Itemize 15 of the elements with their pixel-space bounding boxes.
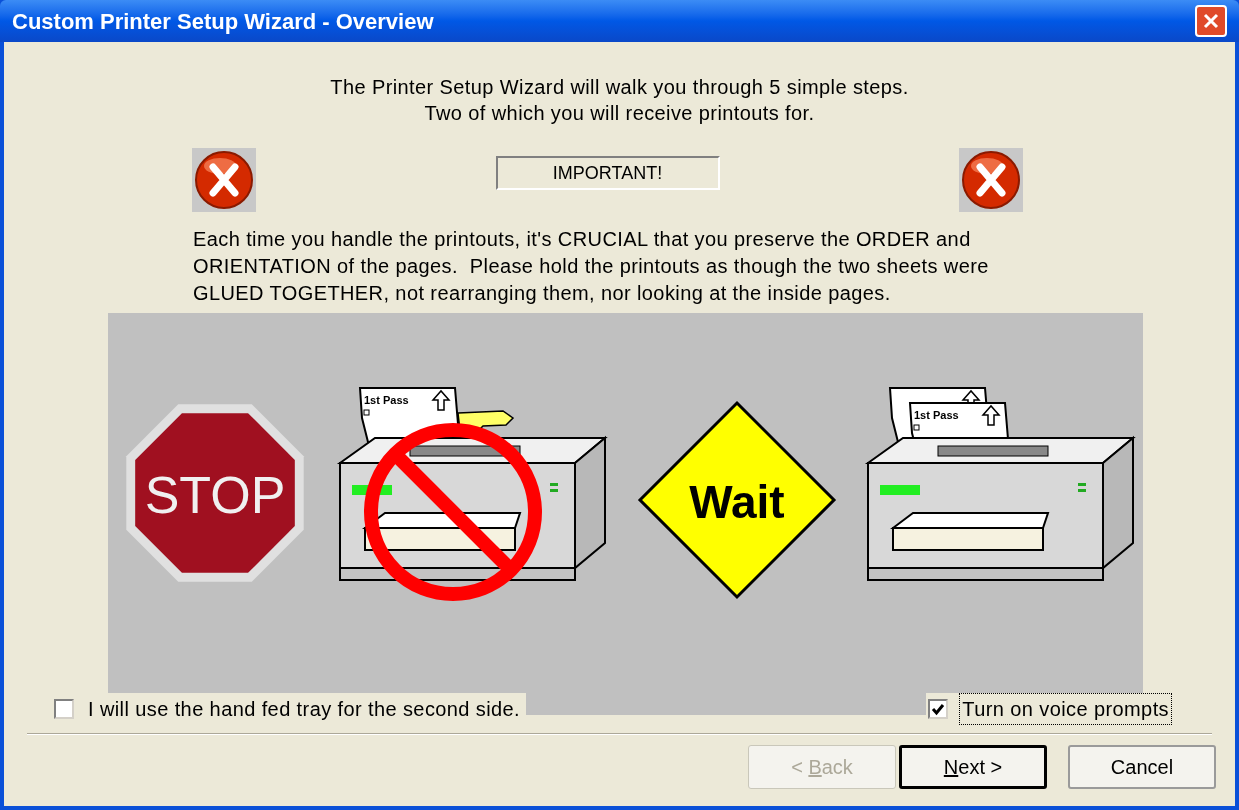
close-icon [1203, 13, 1219, 29]
wizard-button[interactable]: Next > [899, 745, 1047, 789]
wait-sign: Wait [637, 400, 837, 600]
error-icon [192, 148, 256, 212]
intro-text: Two of which you will receive printouts for. [424, 101, 815, 126]
warning-text: Each time you handle the printouts, it's CRUCIAL that you preserve the ORDER and ORIENTATION of the pages. Please hold the printouts as though the two sheets were GLUED TOGETHER, not rearranging them, nor looking at the inside pages. [193, 227, 989, 306]
intro-text: The Printer Setup Wizard will walk you through 5 simple steps. [330, 75, 909, 100]
option-checkbox[interactable]: Turn on voice prompts [926, 693, 1175, 725]
important-label: IMPORTANT! [495, 156, 720, 190]
close-button[interactable] [1195, 5, 1227, 37]
wizard-button[interactable]: Cancel [1068, 745, 1216, 789]
error-icon [959, 148, 1023, 212]
window-title: Custom Printer Setup Wizard - Overview [12, 7, 434, 36]
stop-sign: STOP [126, 404, 304, 582]
checkmark-icon [931, 702, 946, 716]
